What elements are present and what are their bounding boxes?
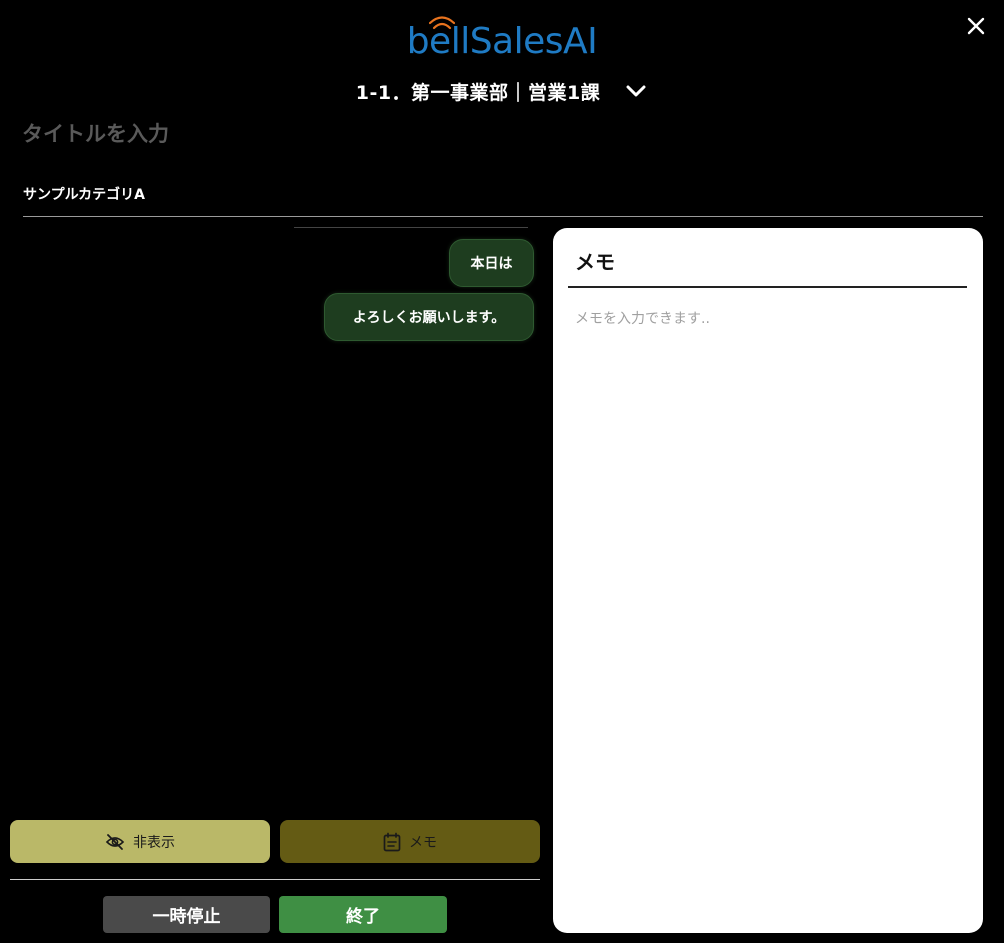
- chat-divider: [294, 227, 528, 228]
- eye-off-icon: [105, 832, 125, 852]
- memo-button-label: メモ: [409, 834, 437, 851]
- controls-divider: [10, 879, 540, 880]
- app-window: bellSalesAI 1-1．第一事業部｜営業1課 サンプルカテゴリA 本日は…: [0, 0, 1004, 943]
- memo-panel: メモ: [553, 228, 983, 933]
- memo-textarea[interactable]: [575, 308, 965, 908]
- header-divider: [23, 216, 983, 217]
- chat-message: 本日は: [449, 239, 534, 287]
- memo-divider: [568, 286, 967, 288]
- department-label: 1-1．第一事業部｜営業1課: [355, 81, 601, 104]
- memo-title: メモ: [575, 250, 615, 274]
- title-input[interactable]: [22, 116, 622, 152]
- hide-button[interactable]: 非表示: [10, 820, 270, 863]
- end-button[interactable]: 終了: [279, 896, 447, 933]
- calendar-note-icon: [383, 832, 401, 852]
- hide-button-label: 非表示: [133, 834, 175, 851]
- close-button[interactable]: [962, 12, 990, 40]
- logo: bellSalesAI: [0, 14, 1004, 62]
- chat-message: よろしくお願いします。: [324, 293, 534, 341]
- memo-button[interactable]: メモ: [280, 820, 540, 863]
- end-button-label: 終了: [346, 907, 380, 927]
- logo-text: bellSalesAI: [407, 16, 598, 62]
- chat-area[interactable]: 本日は よろしくお願いします。: [10, 236, 534, 796]
- department-selector[interactable]: 1-1．第一事業部｜営業1課: [0, 74, 1004, 108]
- pause-button-label: 一時停止: [152, 907, 221, 927]
- category-label: サンプルカテゴリA: [23, 187, 145, 203]
- pause-button[interactable]: 一時停止: [103, 896, 270, 933]
- chevron-down-icon: [624, 79, 648, 103]
- close-icon: [967, 17, 985, 35]
- signal-icon: [428, 16, 455, 30]
